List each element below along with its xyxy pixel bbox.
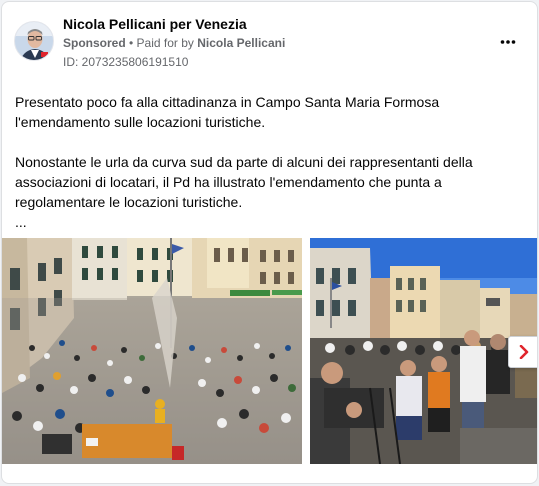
post-paragraph-2: Nonostante le urla da curva sud da parte… <box>15 154 473 210</box>
ad-card: Nicola Pellicani per Venezia Sponsored •… <box>1 1 538 484</box>
image-carousel <box>2 238 537 464</box>
see-more-ellipsis[interactable]: ... <box>15 212 525 232</box>
sponsored-label: Sponsored <box>63 36 126 50</box>
meta-separator: • <box>125 36 137 50</box>
sponsored-line: Sponsored • Paid for by Nicola Pellicani <box>63 36 285 50</box>
carousel-image-2[interactable] <box>310 238 537 464</box>
post-paragraph-1: Presentato poco fa alla cittadinanza in … <box>15 94 440 130</box>
chevron-right-icon <box>519 345 529 359</box>
carousel-image-1[interactable] <box>2 238 302 464</box>
ad-id: ID: 2073235806191510 <box>63 55 189 69</box>
payer-name: Nicola Pellicani <box>197 36 286 50</box>
avatar[interactable] <box>14 21 54 61</box>
more-options-button[interactable] <box>493 29 523 55</box>
paid-for-prefix: Paid for by <box>136 36 198 50</box>
carousel-next-button[interactable] <box>508 336 537 368</box>
post-body: Presentato poco fa alla cittadinanza in … <box>15 92 525 232</box>
page-name-link[interactable]: Nicola Pellicani per Venezia <box>63 16 247 32</box>
more-options-icon <box>500 40 516 44</box>
